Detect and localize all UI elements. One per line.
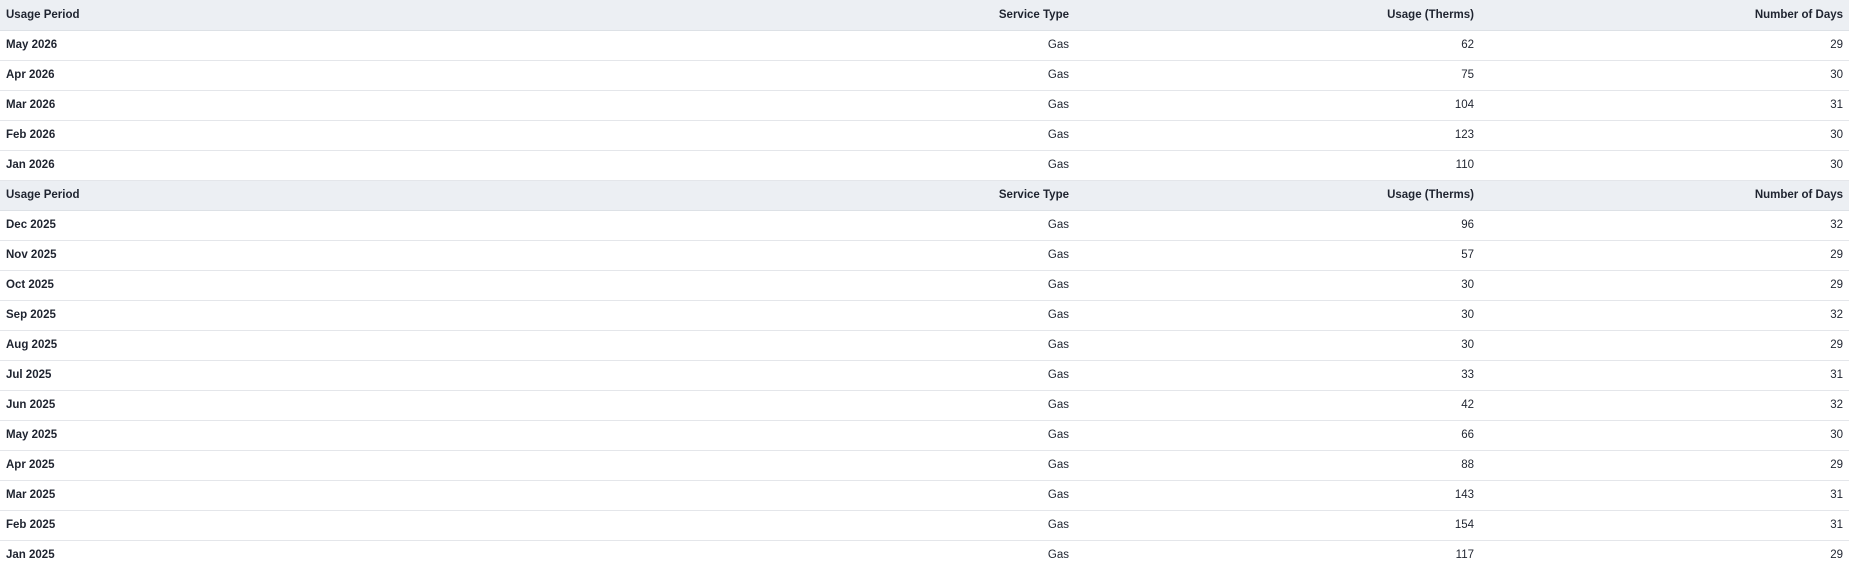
table-header-row: Usage Period Service Type Usage (Therms) Nu… (0, 0, 1849, 31)
usage-therms-cell: 104 (1075, 90, 1480, 121)
number-of-days-cell: 32 (1480, 300, 1849, 331)
table-header-row: Usage Period Service Type Usage (Therms) Nu… (0, 180, 1849, 211)
number-of-days-cell: 30 (1480, 150, 1849, 181)
table-row: Apr 2025Gas8829$73.2 (0, 450, 1849, 481)
usage-therms-cell: 33 (1075, 360, 1480, 391)
usage-therms-cell: 62 (1075, 30, 1480, 61)
usage-therms-cell: 123 (1075, 120, 1480, 151)
number-of-days-cell: 31 (1480, 360, 1849, 391)
service-type-cell: Gas (680, 390, 1075, 421)
service-type-cell: Gas (680, 240, 1075, 271)
usage-therms-cell: 42 (1075, 390, 1480, 421)
number-of-days-cell: 29 (1480, 30, 1849, 61)
number-of-days-cell: 29 (1480, 450, 1849, 481)
period-cell: Mar 2026 (0, 90, 680, 121)
service-type-cell: Gas (680, 120, 1075, 151)
period-cell: Jan 2026 (0, 150, 680, 181)
service-type-cell: Gas (680, 300, 1075, 331)
service-type-cell: Gas (680, 60, 1075, 91)
service-type-cell: Gas (1047, 549, 1069, 562)
number-of-days-cell: 31 (1480, 510, 1849, 541)
column-header-period[interactable]: Usage Period (0, 180, 680, 211)
table-row: Jan 2025Gas11729$88.97 (0, 540, 1849, 570)
usage-therms-cell: 117 (1455, 549, 1474, 562)
number-of-days-cell: 30 (1480, 60, 1849, 91)
table-row: Aug 2025Gas3029$31.19 (0, 330, 1849, 361)
period-cell: May 2025 (0, 420, 680, 451)
period-cell: Aug 2025 (0, 330, 680, 361)
period-cell: Jul 2025 (0, 360, 680, 391)
table-row: Oct 2025Gas3029$29.3 (0, 270, 1849, 301)
service-type-cell: Gas (680, 450, 1075, 481)
period-cell: Dec 2025 (0, 210, 680, 241)
table-row: Feb 2025Gas15431$120.27 (0, 510, 1849, 541)
service-type-cell: Gas (680, 270, 1075, 301)
period-cell: Apr 2026 (0, 60, 680, 91)
table-row: Jan 2026Gas11030$89.46 (0, 150, 1849, 181)
usage-therms-cell: 57 (1075, 240, 1480, 271)
period-cell: Jan 2025 (6, 549, 55, 562)
column-header-service-type[interactable]: Service Type (680, 180, 1075, 211)
table-row: Mar 2026Gas10431$83.29 (0, 90, 1849, 121)
column-header-service-type[interactable]: Service Type (680, 0, 1075, 31)
period-cell: May 2026 (0, 30, 680, 61)
number-of-days-cell: 29 (1480, 240, 1849, 271)
column-header-usage-therms[interactable]: Usage (Therms) (1075, 0, 1480, 31)
period-cell: Sep 2025 (0, 300, 680, 331)
table-row: Sep 2025Gas3032$29.87 (0, 300, 1849, 331)
service-type-cell: Gas (680, 90, 1075, 121)
period-cell: Mar 2025 (0, 480, 680, 511)
period-cell: Jun 2025 (0, 390, 680, 421)
table-row: May 2026Gas6229$49.05 (0, 30, 1849, 61)
number-of-days-cell: 29 (1480, 270, 1849, 301)
number-of-days-cell: 29 (1480, 330, 1849, 361)
usage-therms-cell: 154 (1075, 510, 1480, 541)
column-header-number-of-days[interactable]: Number of Days (1480, 180, 1849, 211)
table-row: May 2025Gas6630$54.83 (0, 420, 1849, 451)
usage-therms-cell: 66 (1075, 420, 1480, 451)
table-row: Feb 2026Gas12330$99.23 (0, 120, 1849, 151)
usage-therms-cell: 30 (1075, 330, 1480, 361)
service-type-cell: Gas (680, 510, 1075, 541)
period-cell: Nov 2025 (0, 240, 680, 271)
column-header-period[interactable]: Usage Period (0, 0, 680, 31)
service-type-cell: Gas (680, 330, 1075, 361)
number-of-days-cell: 30 (1480, 120, 1849, 151)
table-body: Usage Period Service Type Usage (Therms) Nu… (0, 0, 1849, 570)
column-header-number-of-days[interactable]: Number of Days (1480, 0, 1849, 31)
number-of-days-cell: 31 (1480, 480, 1849, 511)
table-row: Jun 2025Gas4232$37.31 (0, 390, 1849, 421)
number-of-days-cell: 31 (1480, 90, 1849, 121)
service-type-cell: Gas (680, 150, 1075, 181)
period-cell: Oct 2025 (0, 270, 680, 301)
table-row: Mar 2025Gas14331$112.7 (0, 480, 1849, 511)
usage-therms-cell: 30 (1075, 300, 1480, 331)
number-of-days-cell: 29 (1830, 549, 1843, 562)
column-header-usage-therms[interactable]: Usage (Therms) (1075, 180, 1480, 211)
period-cell: Feb 2026 (0, 120, 680, 151)
service-type-cell: Gas (680, 480, 1075, 511)
usage-history-table: Usage Period Service Type Usage (Therms) Nu… (0, 0, 1849, 570)
number-of-days-cell: 32 (1480, 210, 1849, 241)
usage-therms-cell: 110 (1075, 150, 1480, 181)
table-row: Jul 2025Gas3331$32.52 (0, 360, 1849, 391)
table-row: Dec 2025Gas9632$78.78 (0, 210, 1849, 241)
table-row: Apr 2026Gas7530$59.51 (0, 60, 1849, 91)
period-cell: Feb 2025 (0, 510, 680, 541)
usage-therms-cell: 96 (1075, 210, 1480, 241)
usage-therms-cell: 75 (1075, 60, 1480, 91)
usage-therms-cell: 143 (1075, 480, 1480, 511)
usage-therms-cell: 30 (1075, 270, 1480, 301)
usage-therms-cell: 88 (1075, 450, 1480, 481)
table-row: Nov 2025Gas5729$49.95 (0, 240, 1849, 271)
number-of-days-cell: 32 (1480, 390, 1849, 421)
service-type-cell: Gas (680, 420, 1075, 451)
service-type-cell: Gas (680, 210, 1075, 241)
service-type-cell: Gas (680, 30, 1075, 61)
service-type-cell: Gas (680, 360, 1075, 391)
period-cell: Apr 2025 (0, 450, 680, 481)
number-of-days-cell: 30 (1480, 420, 1849, 451)
